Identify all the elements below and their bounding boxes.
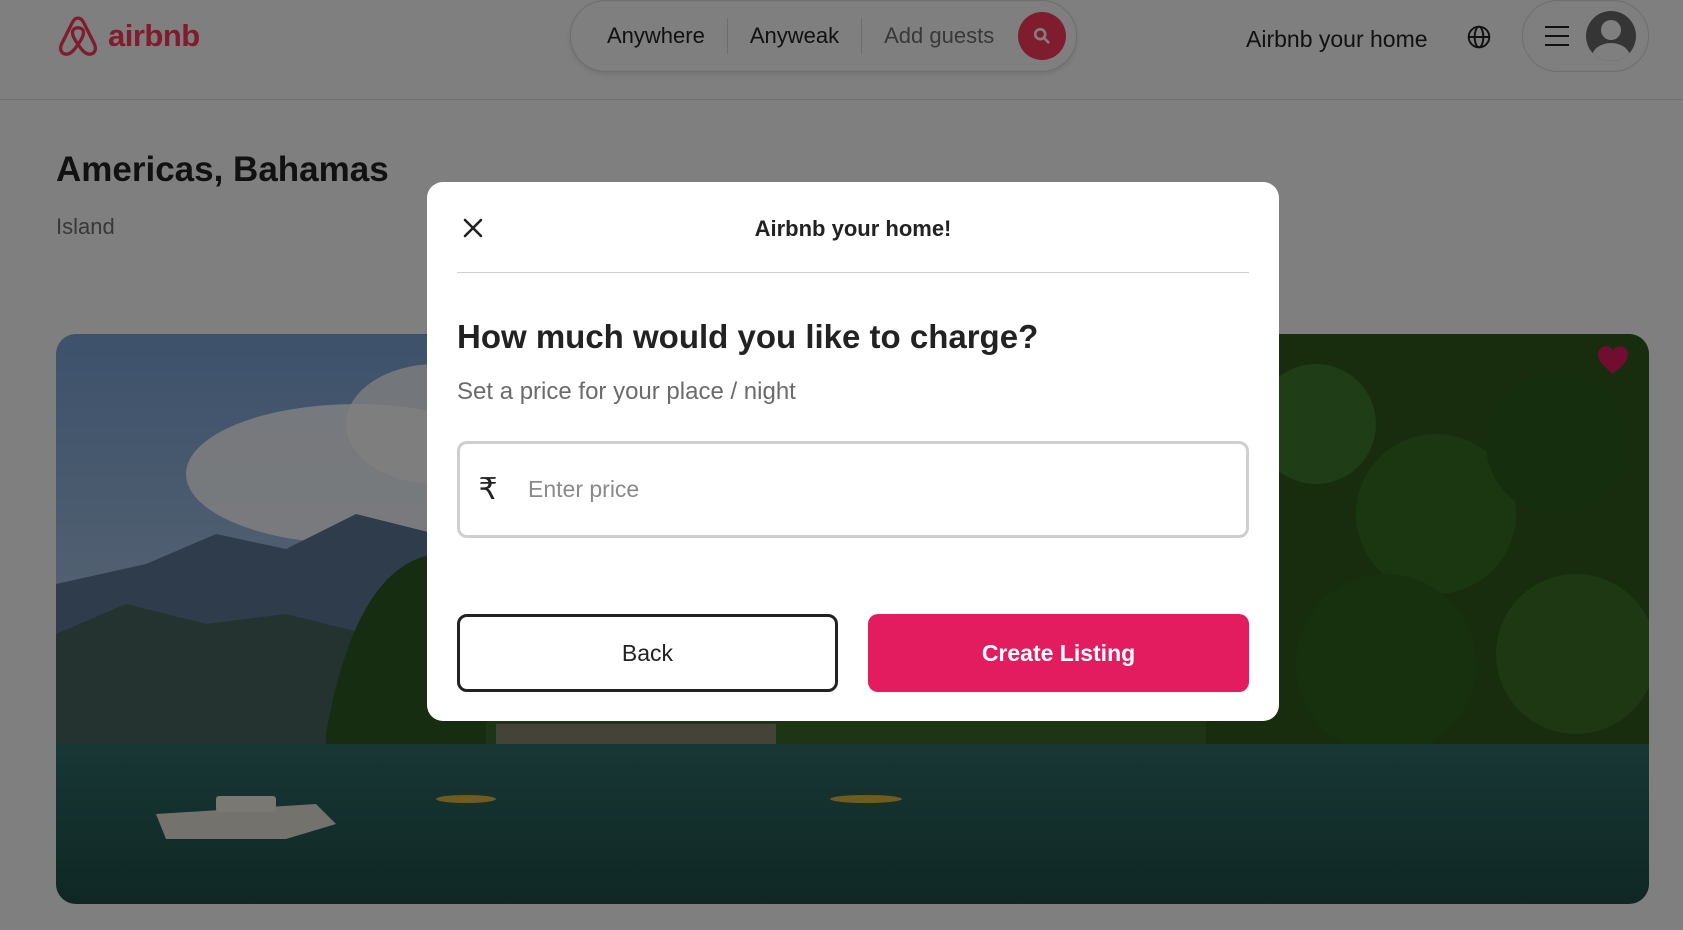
- price-question-heading: How much would you like to charge?: [457, 318, 1039, 355]
- price-instructions: Set a price for your place / night: [457, 378, 796, 405]
- rupee-icon: ₹: [478, 473, 498, 506]
- create-listing-button[interactable]: Create Listing: [868, 614, 1249, 692]
- modal-divider: [457, 272, 1249, 273]
- create-listing-modal: Airbnb your home! How much would you lik…: [427, 182, 1279, 721]
- modal-title: Airbnb your home!: [754, 216, 952, 241]
- price-field[interactable]: ₹: [457, 441, 1249, 538]
- price-input[interactable]: [528, 476, 1228, 503]
- back-button[interactable]: Back: [457, 614, 838, 692]
